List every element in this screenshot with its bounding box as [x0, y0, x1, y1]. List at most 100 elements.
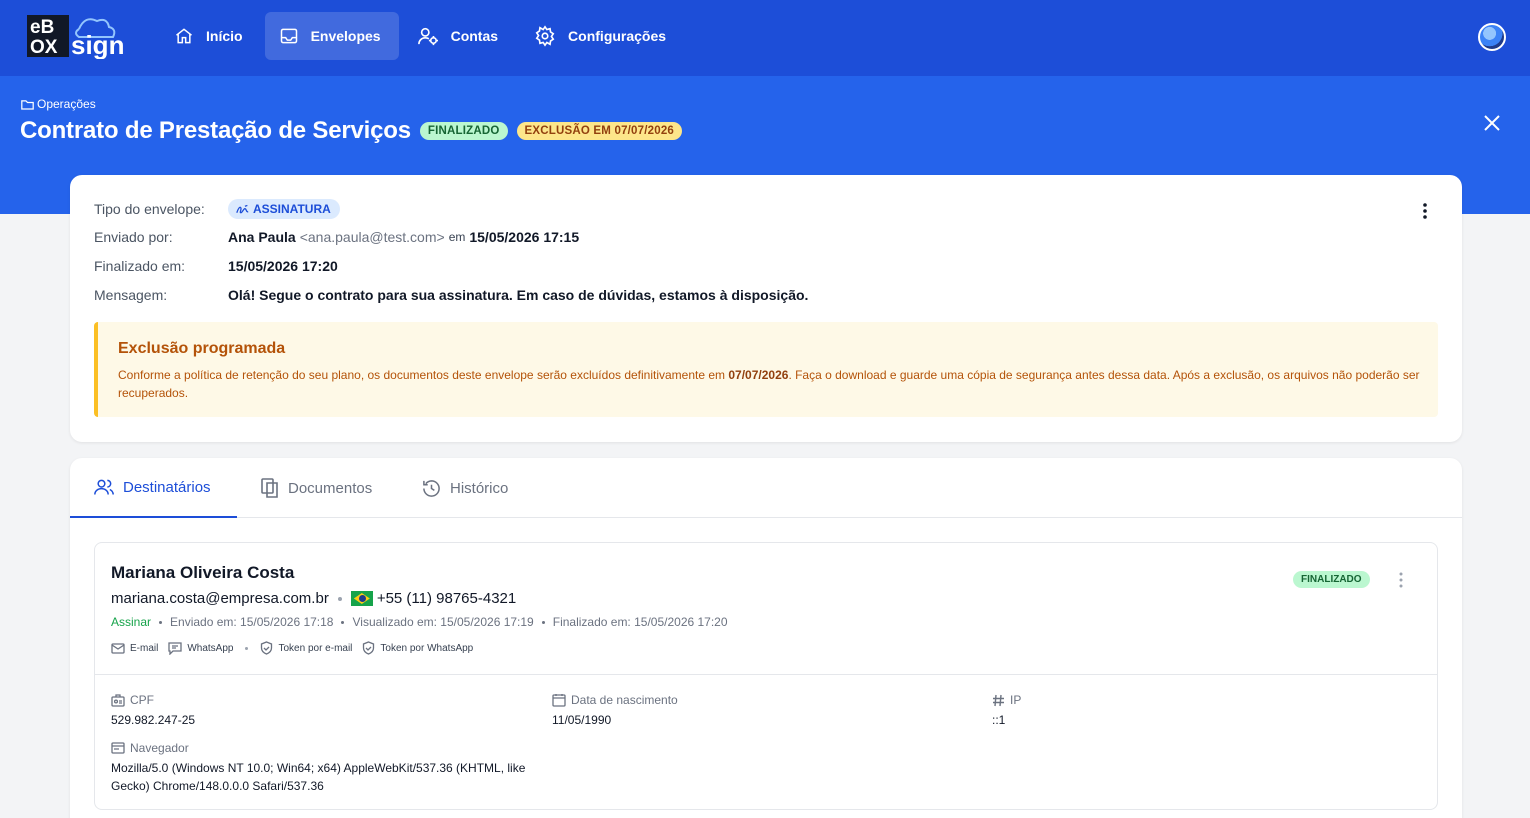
deletion-alert: Exclusão programada Conforme a política …: [94, 322, 1438, 417]
more-options-icon[interactable]: [1422, 202, 1428, 220]
deletion-badge: EXCLUSÃO EM 07/07/2026: [516, 122, 683, 140]
shield-check-icon: [261, 641, 273, 655]
field-label: Navegador: [130, 741, 189, 755]
divider: [95, 674, 1437, 675]
tab-label: Documentos: [288, 479, 373, 497]
tab-documentos[interactable]: Documentos: [261, 458, 372, 518]
recipient-contact: mariana.costa@empresa.com.br +55 (11) 98…: [111, 590, 516, 607]
recipient-name: Mariana Oliveira Costa: [111, 563, 295, 582]
breadcrumb[interactable]: Operações: [21, 97, 96, 111]
envelope-info-card: Tipo do envelope: ASSINATURA Enviado por…: [70, 175, 1462, 442]
nav-item-envelopes[interactable]: Envelopes: [264, 12, 399, 60]
field-label: IP: [1010, 693, 1022, 707]
envelope-type-badge: ASSINATURA: [228, 199, 340, 219]
users-icon: [94, 479, 114, 495]
gear-icon: [535, 25, 555, 47]
signature-icon: [236, 204, 249, 213]
nav-item-label: Contas: [450, 28, 499, 44]
field-ip: IP ::1: [992, 693, 1021, 729]
sender-name: Ana Paula: [228, 229, 296, 245]
sent-at: 15/05/2026 17:15: [469, 229, 580, 245]
field-cpf: CPF 529.982.247-25: [111, 693, 195, 729]
close-icon[interactable]: [1483, 114, 1501, 132]
logo-brand: sign: [71, 30, 124, 59]
tab-label: Histórico: [450, 479, 509, 497]
nav-item-inicio[interactable]: Início: [160, 12, 261, 60]
tab-label: Destinatários: [123, 478, 211, 496]
recipient-action: Assinar: [111, 615, 152, 629]
field-browser: Navegador Mozilla/5.0 (Windows NT 10.0; …: [111, 741, 541, 795]
envelope-type-row: Tipo do envelope: ASSINATURA: [94, 199, 340, 219]
main-nav: Início Envelopes Contas Configurações: [160, 12, 688, 60]
more-options-icon[interactable]: [1398, 571, 1404, 589]
users-gear-icon: [417, 27, 438, 46]
message-label: Mensagem:: [94, 287, 168, 303]
finalized-label: Finalizado em:: [94, 258, 186, 274]
sender-email: <ana.paula@test.com>: [299, 229, 445, 245]
sent-by-row: Enviado por: Ana Paula <ana.paula@test.c…: [94, 229, 579, 245]
field-value: ::1: [992, 713, 1006, 727]
status-badge: FINALIZADO: [419, 122, 508, 140]
recipient-status-badge: FINALIZADO: [1293, 571, 1370, 588]
hash-icon: [993, 694, 1004, 706]
browser-icon: [111, 742, 125, 754]
tab-destinatarios[interactable]: Destinatários: [70, 458, 237, 518]
ebox-sign-logo[interactable]: eB OX sign: [27, 13, 127, 59]
channel-label: WhatsApp: [187, 642, 234, 654]
field-value: 529.982.247-25: [111, 713, 196, 727]
channel-email: E-mail: [111, 643, 158, 654]
field-label: CPF: [130, 693, 154, 707]
field-label-row: CPF: [111, 693, 195, 707]
message-row: Mensagem: Olá! Segue o contrato para sua…: [94, 287, 808, 303]
recipient-card: Mariana Oliveira Costa mariana.costa@emp…: [94, 542, 1438, 810]
field-label: Data de nascimento: [571, 693, 678, 707]
details-card: Destinatários Documentos Histórico Maria…: [70, 458, 1462, 818]
alert-text: Conforme a política de retenção do seu p…: [118, 366, 1428, 402]
sent-by-label: Enviado por:: [94, 229, 173, 245]
token-whatsapp: Token por WhatsApp: [362, 641, 473, 655]
recipient-email: mariana.costa@empresa.com.br: [111, 590, 329, 607]
finalized-row: Finalizado em: 15/05/2026 17:20: [94, 258, 338, 274]
id-card-icon: [111, 693, 125, 707]
history-icon: [423, 479, 440, 497]
title-row: Contrato de Prestação de Serviços FINALI…: [20, 117, 683, 145]
inbox-icon: [280, 28, 297, 44]
field-value: 11/05/1990: [552, 713, 612, 727]
logo-line2: OX: [30, 37, 58, 58]
field-label-row: Data de nascimento: [552, 693, 678, 707]
alert-date: 07/07/2026: [728, 368, 789, 382]
recipient-channels: E-mail WhatsApp Token por e-mail Token p…: [111, 641, 483, 655]
separator-dot: [341, 620, 345, 624]
nav-item-configuracoes[interactable]: Configurações: [520, 12, 684, 60]
recipient-status-line: Assinar Enviado em: 15/05/2026 17:18 Vis…: [111, 615, 728, 629]
finalized-at: 15/05/2026 17:20: [228, 258, 338, 274]
nav-item-label: Configurações: [568, 28, 667, 44]
calendar-icon: [552, 694, 566, 707]
tab-historico[interactable]: Histórico: [422, 458, 508, 518]
nav-item-contas[interactable]: Contas: [403, 12, 516, 60]
envelope-type-label: Tipo do envelope:: [94, 201, 205, 217]
nav-item-label: Envelopes: [310, 28, 381, 44]
sent-at-prefix: em: [448, 230, 466, 244]
brazil-flag-icon: [350, 591, 373, 606]
alert-text-before: Conforme a política de retenção do seu p…: [118, 368, 729, 382]
message-text: Olá! Segue o contrato para sua assinatur…: [228, 287, 809, 303]
chat-icon: [168, 641, 182, 655]
recipient-viewed: Visualizado em: 15/05/2026 17:19: [352, 615, 534, 629]
token-label: Token por WhatsApp: [380, 642, 474, 654]
tab-bar: Destinatários Documentos Histórico: [70, 458, 1462, 518]
shield-check-icon: [363, 641, 375, 655]
recipient-sent: Enviado em: 15/05/2026 17:18: [170, 615, 334, 629]
token-email: Token por e-mail: [260, 641, 352, 655]
user-avatar[interactable]: [1478, 23, 1506, 51]
documents-icon: [261, 478, 278, 498]
token-label: Token por e-mail: [278, 642, 353, 654]
separator-dot: [337, 596, 342, 601]
channel-label: E-mail: [130, 642, 159, 654]
top-navbar: eB OX sign Início Envelopes Contas Confi…: [0, 0, 1530, 76]
separator-dot: [245, 646, 249, 650]
field-label-row: IP: [992, 693, 1021, 707]
logo-line1: eB: [30, 17, 54, 38]
envelope-type-value: ASSINATURA: [253, 202, 331, 216]
separator-dot: [159, 620, 163, 624]
